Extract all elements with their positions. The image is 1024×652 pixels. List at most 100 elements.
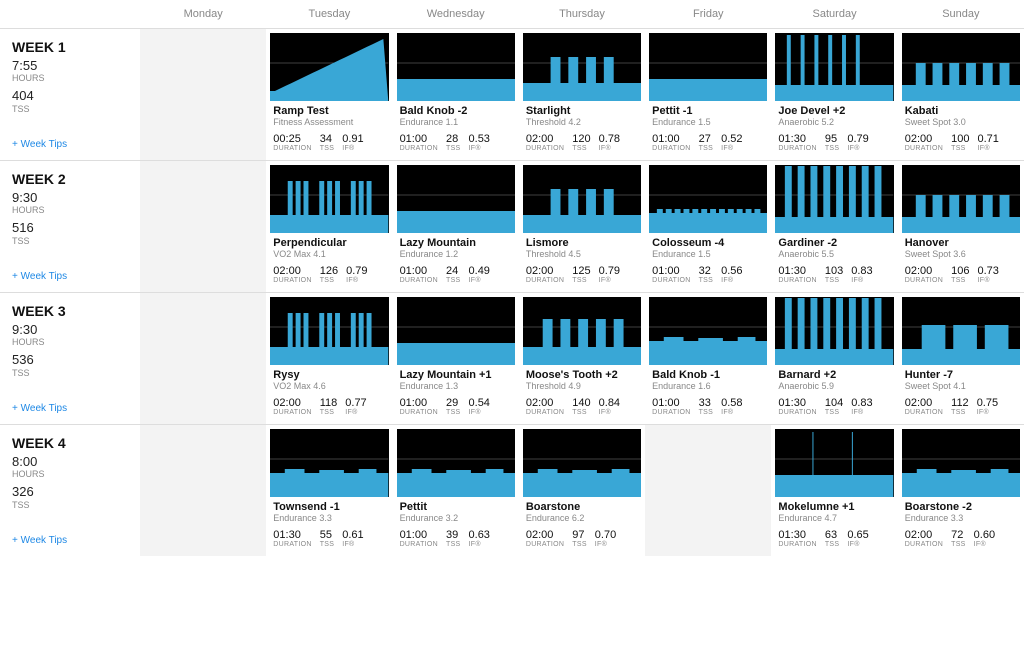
workout-name: Moose's Tooth +2 — [523, 369, 641, 381]
if-value: 0.84 — [599, 397, 620, 409]
tss-value: 29 — [446, 397, 461, 409]
workout-card[interactable]: Bald Knob -1 Endurance 1.6 01:00DURATION… — [649, 297, 767, 420]
workout-chart — [649, 297, 767, 365]
hours-label: HOURS — [12, 469, 134, 479]
workout-name: Perpendicular — [270, 237, 388, 249]
day-header: Tuesday — [266, 0, 392, 28]
workout-type: VO2 Max 4.6 — [270, 381, 388, 391]
workout-type: Endurance 6.2 — [523, 513, 641, 523]
tss-stat-label: TSS — [320, 541, 335, 548]
duration-value: 01:00 — [400, 529, 438, 541]
tss-stat-label: TSS — [446, 541, 461, 548]
tss-value: 126 — [320, 265, 338, 277]
week-title: WEEK 3 — [12, 303, 134, 319]
day-cell: Boarstone -2 Endurance 3.3 02:00DURATION… — [898, 424, 1024, 556]
workout-type: Fitness Assessment — [270, 117, 388, 127]
duration-value: 01:30 — [273, 529, 311, 541]
workout-name: Bald Knob -1 — [649, 369, 767, 381]
workout-chart — [397, 33, 515, 101]
workout-card[interactable]: Pettit -1 Endurance 1.5 01:00DURATION 27… — [649, 33, 767, 156]
tss-label: TSS — [12, 368, 134, 378]
workout-type: Endurance 1.6 — [649, 381, 767, 391]
workout-card[interactable]: Gardiner -2 Anaerobic 5.5 01:30DURATION … — [775, 165, 893, 288]
duration-value: 02:00 — [273, 265, 311, 277]
workout-card[interactable]: Boarstone -2 Endurance 3.3 02:00DURATION… — [902, 429, 1020, 552]
tss-stat-label: TSS — [446, 145, 461, 152]
duration-label: DURATION — [273, 409, 311, 416]
if-value: 0.53 — [469, 133, 490, 145]
if-label: IF® — [721, 277, 742, 284]
week-tss: 326 — [12, 485, 134, 499]
week-tips-link[interactable]: + Week Tips — [12, 257, 134, 282]
workout-card[interactable]: Bald Knob -2 Endurance 1.1 01:00DURATION… — [397, 33, 515, 156]
workout-card[interactable]: Townsend -1 Endurance 3.3 01:30DURATION … — [270, 429, 388, 552]
duration-value: 02:00 — [905, 529, 943, 541]
duration-value: 01:00 — [652, 133, 690, 145]
workout-card[interactable]: Colosseum -4 Endurance 1.5 01:00DURATION… — [649, 165, 767, 288]
workout-chart — [902, 297, 1020, 365]
workout-type: Sweet Spot 3.0 — [902, 117, 1020, 127]
week-tss: 516 — [12, 221, 134, 235]
workout-name: Boarstone -2 — [902, 501, 1020, 513]
tss-value: 24 — [446, 265, 461, 277]
workout-name: Lazy Mountain +1 — [397, 369, 515, 381]
week-tips-link[interactable]: + Week Tips — [12, 521, 134, 546]
workout-card[interactable]: Hanover Sweet Spot 3.6 02:00DURATION 106… — [902, 165, 1020, 288]
workout-chart — [649, 33, 767, 101]
workout-card[interactable]: Lismore Threshold 4.5 02:00DURATION 125T… — [523, 165, 641, 288]
workout-chart — [523, 33, 641, 101]
if-value: 0.61 — [342, 529, 363, 541]
workout-card[interactable]: Mokelumne +1 Endurance 4.7 01:30DURATION… — [775, 429, 893, 552]
if-label: IF® — [847, 145, 868, 152]
workout-card[interactable]: Barnard +2 Anaerobic 5.9 01:30DURATION 1… — [775, 297, 893, 420]
workout-card[interactable]: Kabati Sweet Spot 3.0 02:00DURATION 100T… — [902, 33, 1020, 156]
workout-card[interactable]: Perpendicular VO2 Max 4.1 02:00DURATION … — [270, 165, 388, 288]
week-title: WEEK 1 — [12, 39, 134, 55]
workout-name: Lismore — [523, 237, 641, 249]
workout-name: Barnard +2 — [775, 369, 893, 381]
workout-type: Endurance 3.2 — [397, 513, 515, 523]
workout-card[interactable]: Lazy Mountain Endurance 1.2 01:00DURATIO… — [397, 165, 515, 288]
duration-label: DURATION — [778, 145, 816, 152]
workout-card[interactable]: Rysy VO2 Max 4.6 02:00DURATION 118TSS 0.… — [270, 297, 388, 420]
hours-label: HOURS — [12, 73, 134, 83]
duration-value: 01:00 — [400, 133, 438, 145]
workout-card[interactable]: Joe Devel +2 Anaerobic 5.2 01:30DURATION… — [775, 33, 893, 156]
duration-value: 02:00 — [526, 397, 564, 409]
workout-chart — [397, 429, 515, 497]
tss-value: 33 — [699, 397, 714, 409]
workout-card[interactable]: Ramp Test Fitness Assessment 00:25DURATI… — [270, 33, 388, 156]
workout-name: Colosseum -4 — [649, 237, 767, 249]
workout-name: Lazy Mountain — [397, 237, 515, 249]
workout-card[interactable]: Pettit Endurance 3.2 01:00DURATION 39TSS… — [397, 429, 515, 552]
hours-label: HOURS — [12, 337, 134, 347]
tss-stat-label: TSS — [825, 409, 843, 416]
if-label: IF® — [978, 145, 999, 152]
workout-card[interactable]: Lazy Mountain +1 Endurance 1.3 01:00DURA… — [397, 297, 515, 420]
hours-label: HOURS — [12, 205, 134, 215]
workout-type: Threshold 4.5 — [523, 249, 641, 259]
week-tss: 404 — [12, 89, 134, 103]
workout-card[interactable]: Hunter -7 Sweet Spot 4.1 02:00DURATION 1… — [902, 297, 1020, 420]
duration-label: DURATION — [400, 277, 438, 284]
duration-label: DURATION — [905, 277, 943, 284]
workout-type: Endurance 1.1 — [397, 117, 515, 127]
if-value: 0.49 — [469, 265, 490, 277]
duration-label: DURATION — [273, 541, 311, 548]
week-tips-link[interactable]: + Week Tips — [12, 389, 134, 414]
if-label: IF® — [977, 409, 998, 416]
tss-value: 28 — [446, 133, 461, 145]
tss-value: 125 — [572, 265, 590, 277]
workout-name: Ramp Test — [270, 105, 388, 117]
if-value: 0.75 — [977, 397, 998, 409]
if-value: 0.73 — [978, 265, 999, 277]
workout-card[interactable]: Moose's Tooth +2 Threshold 4.9 02:00DURA… — [523, 297, 641, 420]
workout-type: Endurance 1.5 — [649, 117, 767, 127]
week-info: WEEK 1 7:55 HOURS 404 TSS + Week Tips — [0, 28, 140, 160]
workout-card[interactable]: Boarstone Endurance 6.2 02:00DURATION 97… — [523, 429, 641, 552]
week-tips-link[interactable]: + Week Tips — [12, 125, 134, 150]
if-value: 0.60 — [974, 529, 995, 541]
duration-value: 00:25 — [273, 133, 311, 145]
day-cell: Moose's Tooth +2 Threshold 4.9 02:00DURA… — [519, 292, 645, 424]
workout-card[interactable]: Starlight Threshold 4.2 02:00DURATION 12… — [523, 33, 641, 156]
